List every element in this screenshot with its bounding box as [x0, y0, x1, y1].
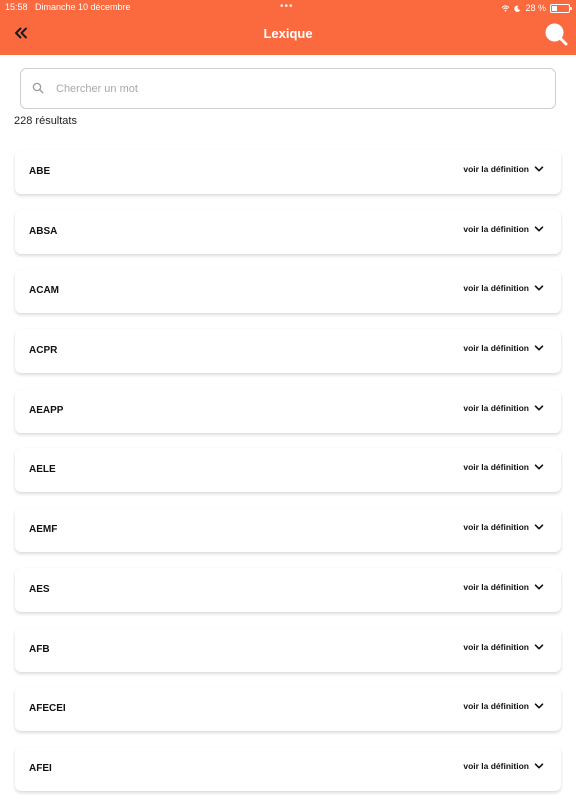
chevron-down-icon	[534, 643, 544, 649]
show-definition-label: voir la définition	[463, 343, 529, 354]
status-time: 15:58	[5, 2, 28, 12]
show-definition-toggle[interactable]: voir la définition	[463, 761, 544, 771]
show-definition-label: voir la définition	[463, 701, 529, 712]
moon-icon	[514, 5, 521, 12]
battery-icon	[550, 3, 572, 13]
show-definition-label: voir la définition	[463, 164, 529, 174]
show-definition-label: voir la définition	[463, 522, 529, 533]
show-definition-label: voir la définition	[463, 223, 529, 234]
term-label: AEMF	[29, 524, 58, 536]
term-label: AELE	[29, 464, 56, 476]
chevron-down-icon	[534, 405, 544, 411]
chevron-down-icon	[534, 584, 544, 590]
show-definition-toggle[interactable]: voir la définition	[463, 343, 544, 353]
term-label: AFB	[29, 643, 50, 655]
chevron-down-icon	[534, 464, 544, 470]
show-definition-label: voir la définition	[463, 581, 529, 592]
status-right: 28 %	[501, 1, 572, 15]
show-definition-toggle[interactable]: voir la définition	[463, 642, 544, 652]
chevron-down-icon	[534, 285, 544, 291]
page-title: Lexique	[263, 26, 313, 41]
header-bar: 15:58 Dimanche 10 décembre ••• 28 % Lexi…	[0, 0, 576, 55]
header-search-button[interactable]	[544, 22, 568, 46]
show-definition-toggle[interactable]: voir la définition	[463, 164, 544, 174]
list-item[interactable]: AEAPP voir la définition	[15, 388, 561, 433]
list-item[interactable]: AES voir la définition	[15, 567, 561, 612]
term-label: ACPR	[29, 345, 58, 357]
term-label: AES	[29, 583, 50, 595]
list-item[interactable]: ACPR voir la définition	[15, 329, 561, 374]
show-definition-label: voir la définition	[463, 760, 529, 771]
show-definition-label: voir la définition	[463, 402, 529, 413]
list-item[interactable]: AEMF voir la définition	[15, 508, 561, 553]
search-icon	[545, 23, 568, 46]
multitask-dots-icon[interactable]: •••	[280, 0, 294, 14]
chevron-down-icon	[534, 703, 544, 709]
show-definition-toggle[interactable]: voir la définition	[463, 582, 544, 592]
term-label: AEAPP	[29, 404, 64, 416]
show-definition-toggle[interactable]: voir la définition	[463, 522, 544, 532]
battery-percent: 28 %	[525, 3, 546, 13]
show-definition-toggle[interactable]: voir la définition	[463, 462, 544, 472]
show-definition-label: voir la définition	[463, 462, 529, 473]
show-definition-label: voir la définition	[463, 283, 529, 294]
status-bar: 15:58 Dimanche 10 décembre ••• 28 %	[0, 0, 576, 14]
list-item[interactable]: ABE voir la définition	[15, 150, 561, 194]
chevron-down-icon	[534, 345, 544, 351]
list-item[interactable]: AFECEI voir la définition	[15, 687, 561, 732]
chevron-down-icon	[534, 166, 544, 172]
term-label: ACAM	[29, 285, 59, 297]
show-definition-toggle[interactable]: voir la définition	[463, 701, 544, 711]
magnifier-icon	[32, 82, 44, 94]
search-field[interactable]	[20, 68, 556, 109]
list-item[interactable]: AFB voir la définition	[15, 627, 561, 672]
results-count: 228 résultats	[14, 115, 77, 127]
wifi-icon	[502, 4, 510, 12]
list-item[interactable]: AELE voir la définition	[15, 448, 561, 493]
show-definition-toggle[interactable]: voir la définition	[463, 403, 544, 413]
show-definition-label: voir la définition	[463, 641, 529, 652]
status-date: Dimanche 10 décembre	[35, 2, 131, 12]
lexicon-list: ABE voir la définition ABSA voir la définit…	[15, 150, 561, 807]
chevron-down-icon	[534, 763, 544, 769]
list-item[interactable]: ABSA voir la définition	[15, 209, 561, 254]
chevron-down-icon	[534, 524, 544, 530]
term-label: ABSA	[29, 225, 58, 237]
search-input[interactable]	[54, 78, 538, 100]
term-label: ABE	[29, 166, 51, 177]
term-label: AFEI	[29, 762, 52, 774]
list-item[interactable]: AFEI voir la définition	[15, 746, 561, 791]
term-label: AFECEI	[29, 703, 66, 715]
show-definition-toggle[interactable]: voir la définition	[463, 224, 544, 234]
chevron-down-icon	[534, 226, 544, 232]
list-item[interactable]: ACAM voir la définition	[15, 269, 561, 314]
show-definition-toggle[interactable]: voir la définition	[463, 283, 544, 293]
